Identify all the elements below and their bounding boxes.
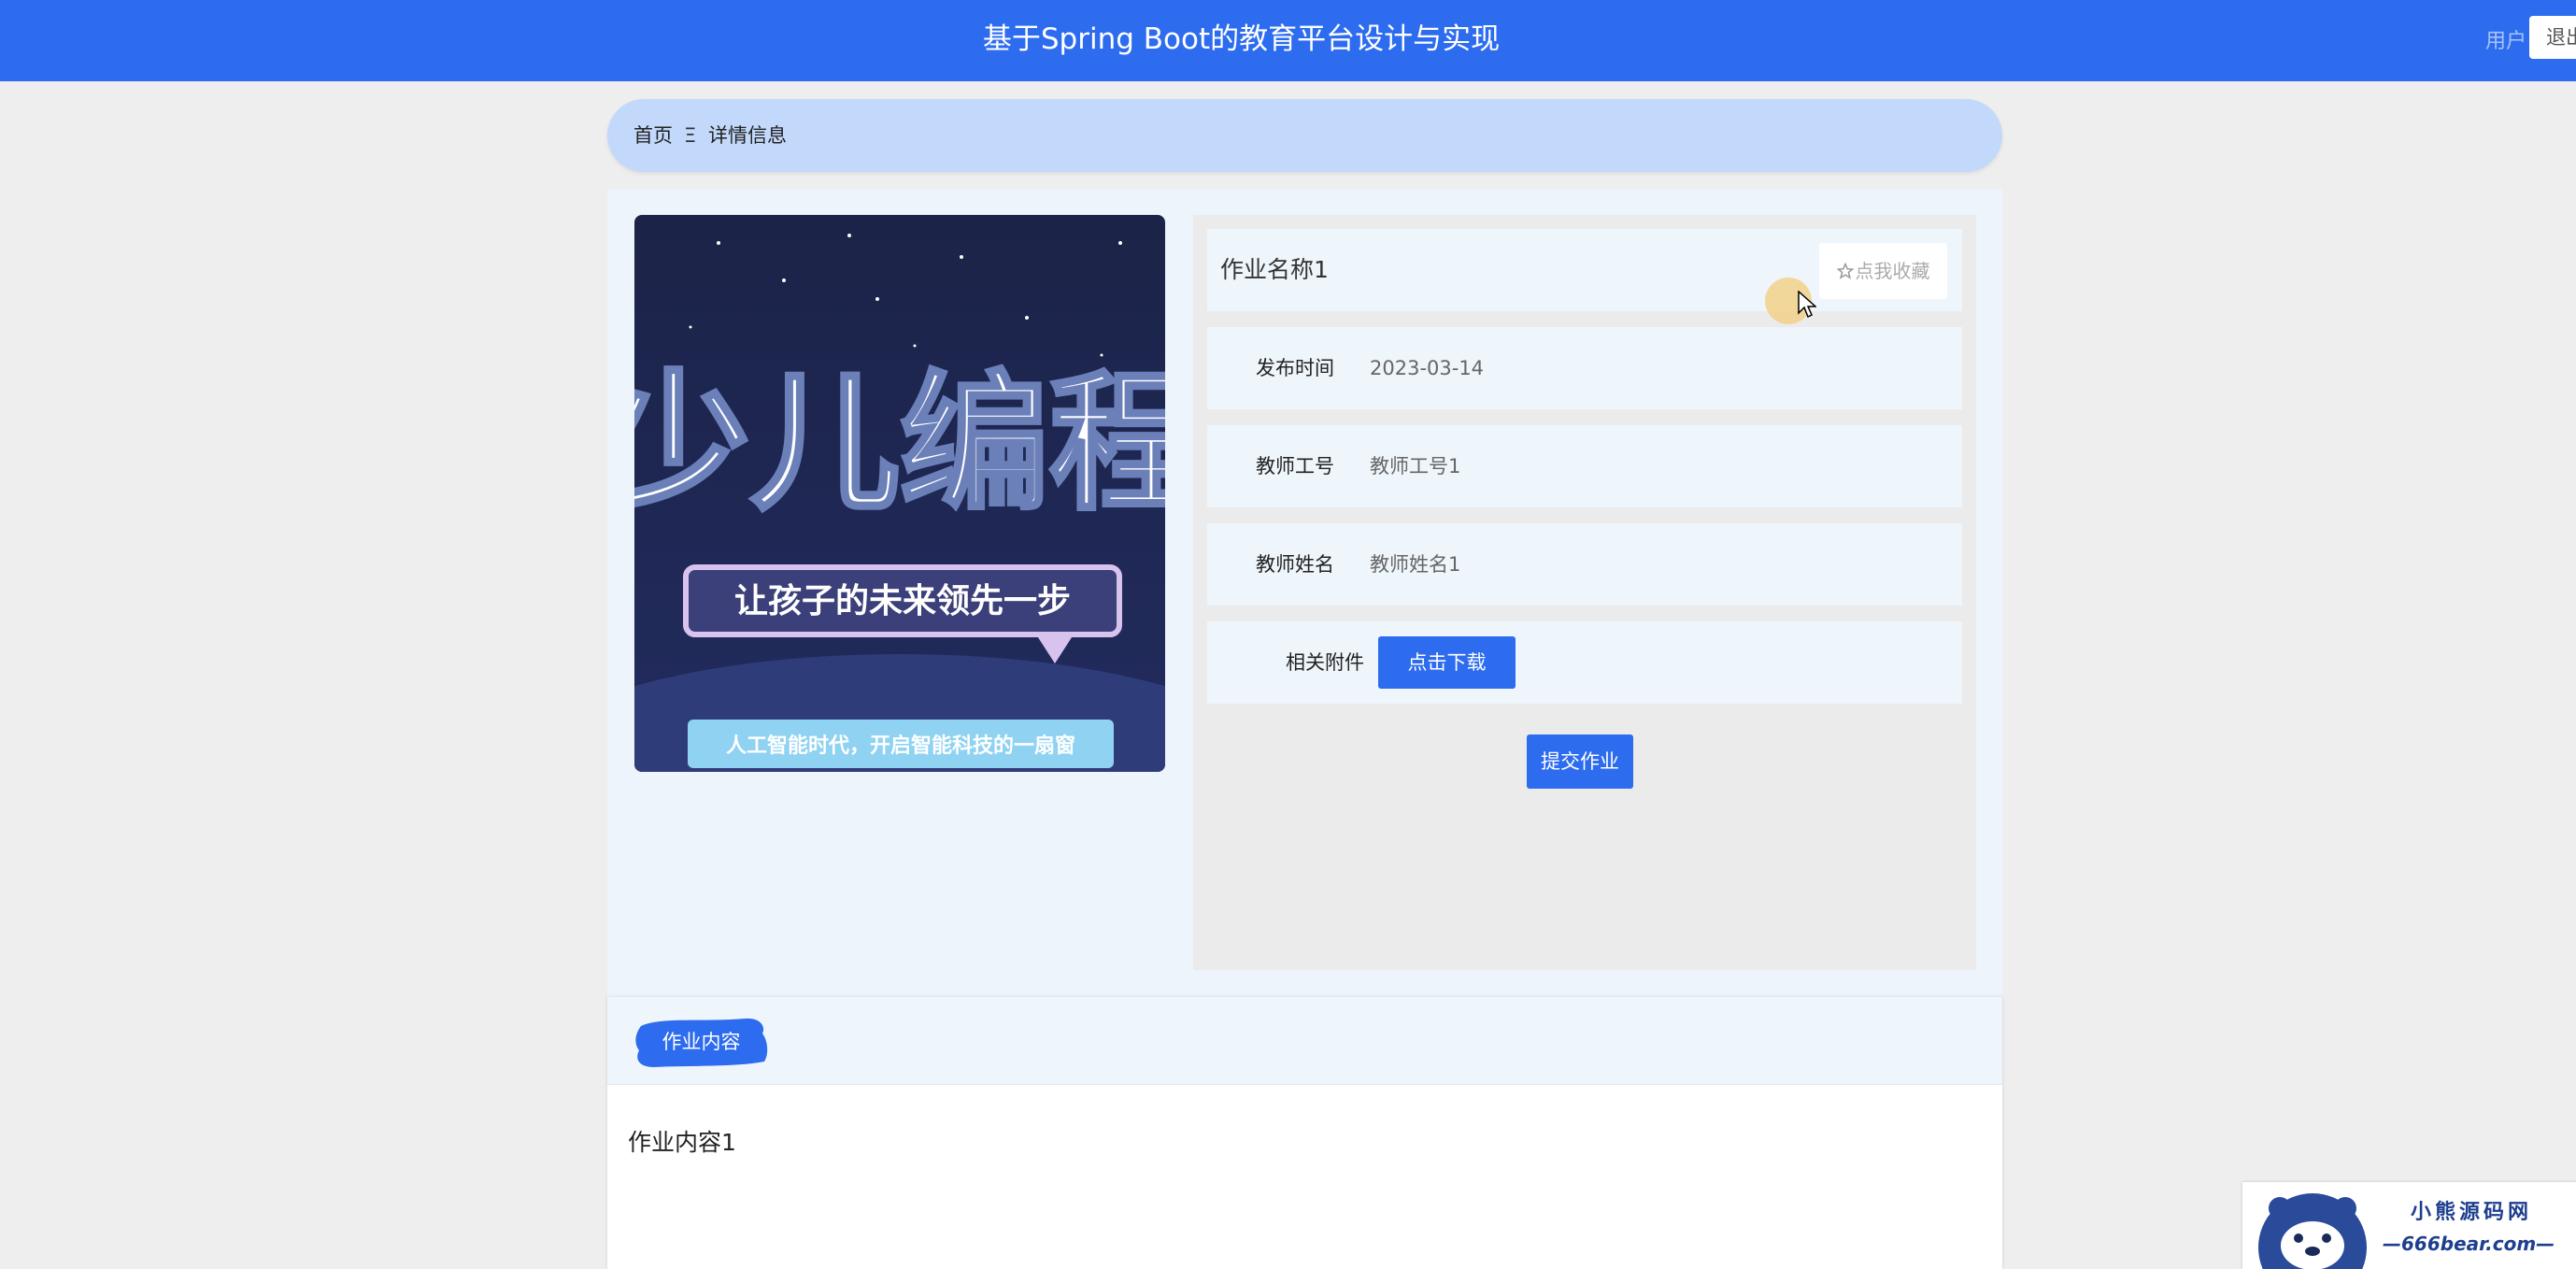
star-icon [1836, 262, 1854, 279]
field-value: 教师姓名1 [1370, 553, 1461, 576]
field-value: 教师工号1 [1370, 455, 1461, 478]
watermark-logo: 小熊源码网 —666bear.com— [2242, 1182, 2576, 1269]
content-body: 作业内容1 [628, 1129, 736, 1156]
breadcrumb-current: 详情信息 [708, 124, 787, 147]
breadcrumb-home[interactable]: 首页 [633, 99, 673, 172]
favorite-button[interactable]: 点我收藏 [1819, 243, 1947, 299]
field-teacher-name: 教师姓名 教师姓名1 [1207, 523, 1962, 606]
field-label: 发布时间 [1256, 357, 1334, 379]
poster-headline: 少儿编程 [634, 356, 1165, 531]
favorite-label: 点我收藏 [1855, 260, 1930, 282]
content-card: 作业内容 作业内容1 [607, 997, 2002, 1269]
top-navbar: 基于Spring Boot的教育平台设计与实现 用户 退出 [0, 0, 2576, 81]
user-label[interactable]: 用户 [2485, 24, 2526, 54]
submit-homework-button[interactable]: 提交作业 [1527, 734, 1633, 789]
watermark-name: 小熊源码网 [2411, 1201, 2533, 1224]
poster-slogan: 让孩子的未来领先一步 [734, 582, 1071, 620]
logout-button[interactable]: 退出 [2529, 16, 2576, 59]
title-row: 作业名称1 点我收藏 [1207, 229, 1962, 324]
field-attachment: 相关附件 点击下载 [1207, 621, 1962, 704]
field-teacher-id: 教师工号 教师工号1 [1207, 425, 1962, 507]
content-header: 作业内容 [607, 997, 2002, 1085]
detail-card: 少儿编程 让孩子的未来领先一步 人工智能时代，开启智能科技的一扇窗 作业名称1 … [607, 190, 2002, 997]
field-label: 教师姓名 [1256, 553, 1334, 576]
site-title: 基于Spring Boot的教育平台设计与实现 [982, 22, 1501, 56]
field-value: 2023-03-14 [1370, 357, 1485, 379]
info-panel: 作业名称1 点我收藏 发布时间 2023-03-14 教师工号 教师工号1 教师… [1193, 215, 1976, 970]
field-label: 教师工号 [1256, 455, 1334, 478]
poster-footer: 人工智能时代，开启智能科技的一扇窗 [726, 734, 1075, 758]
download-button[interactable]: 点击下载 [1378, 636, 1516, 689]
detail-title: 作业名称1 [1220, 256, 1329, 283]
breadcrumb: 首页 Ξ 详情信息 [607, 99, 2002, 172]
field-label: 相关附件 [1286, 651, 1364, 674]
watermark-url: —666bear.com— [2383, 1233, 2555, 1255]
mouse-cursor-icon [1798, 291, 1816, 319]
breadcrumb-separator-icon: Ξ [684, 124, 697, 147]
content-tab-label[interactable]: 作业内容 [633, 1013, 769, 1071]
cover-image: 少儿编程 让孩子的未来领先一步 人工智能时代，开启智能科技的一扇窗 [634, 215, 1165, 772]
bear-mascot-icon [2258, 1193, 2367, 1269]
field-publish-time: 发布时间 2023-03-14 [1207, 327, 1962, 409]
